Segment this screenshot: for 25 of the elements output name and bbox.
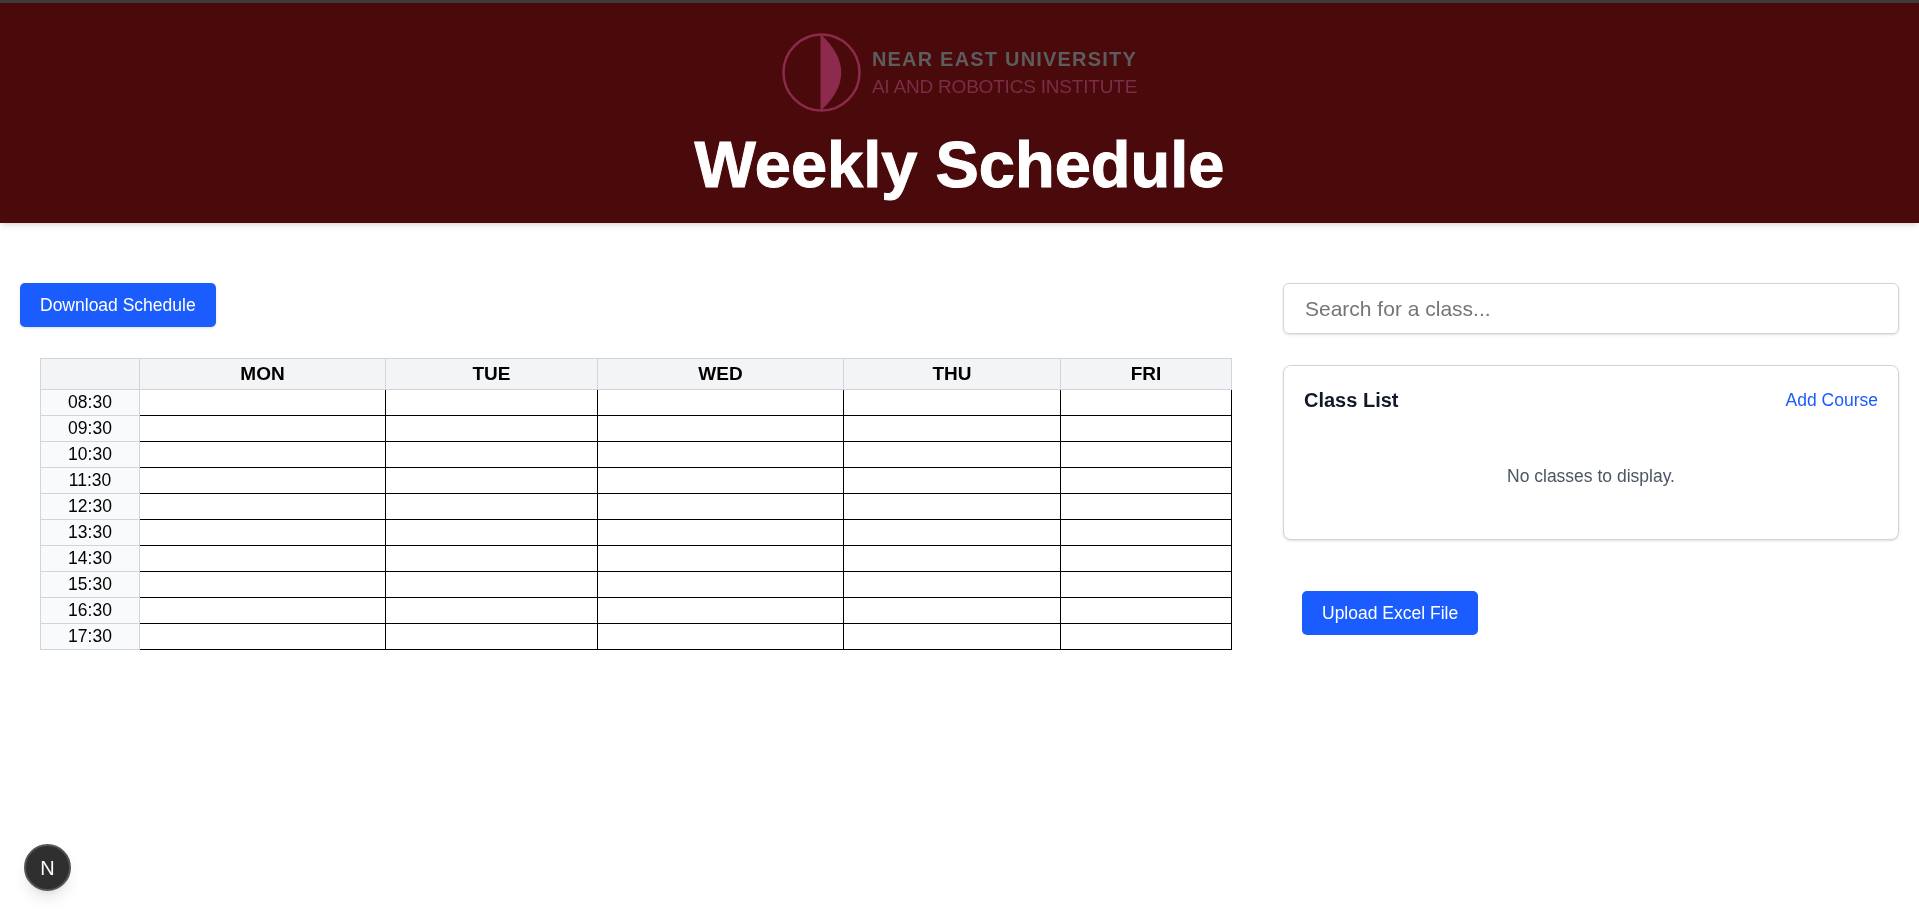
time-cell: 16:30 xyxy=(40,598,140,624)
column-header: FRI xyxy=(1061,358,1232,390)
column-header: THU xyxy=(844,358,1061,390)
time-cell: 13:30 xyxy=(40,520,140,546)
time-cell: 10:30 xyxy=(40,442,140,468)
time-cell: 14:30 xyxy=(40,546,140,572)
time-cell: 09:30 xyxy=(40,416,140,442)
dev-tools-button[interactable]: N xyxy=(24,844,71,891)
time-cell: 17:30 xyxy=(40,624,140,650)
column-header: WED xyxy=(598,358,844,390)
time-cell: 12:30 xyxy=(40,494,140,520)
upload-excel-button[interactable]: Upload Excel File xyxy=(1302,591,1479,635)
search-field[interactable]: Search for a class... xyxy=(1283,283,1899,334)
class-list-title: Class List xyxy=(1304,388,1399,413)
time-cell: 11:30 xyxy=(40,468,140,494)
download-schedule-button[interactable]: Download Schedule xyxy=(20,283,216,327)
circle-logo-icon xyxy=(781,33,861,112)
logo-text: NEAR EAST UNIVERSITY xyxy=(871,47,1138,71)
add-course-link[interactable]: Add Course xyxy=(1785,387,1878,413)
time-cell: 15:30 xyxy=(40,572,140,598)
empty-message: No classes to display. xyxy=(1507,465,1675,488)
column-header: TUE xyxy=(386,358,598,390)
time-cell: 08:30 xyxy=(40,390,140,416)
column-header: MON xyxy=(140,358,386,390)
logo-subtitle: AI AND ROBOTICS INSTITUTE xyxy=(871,75,1138,98)
